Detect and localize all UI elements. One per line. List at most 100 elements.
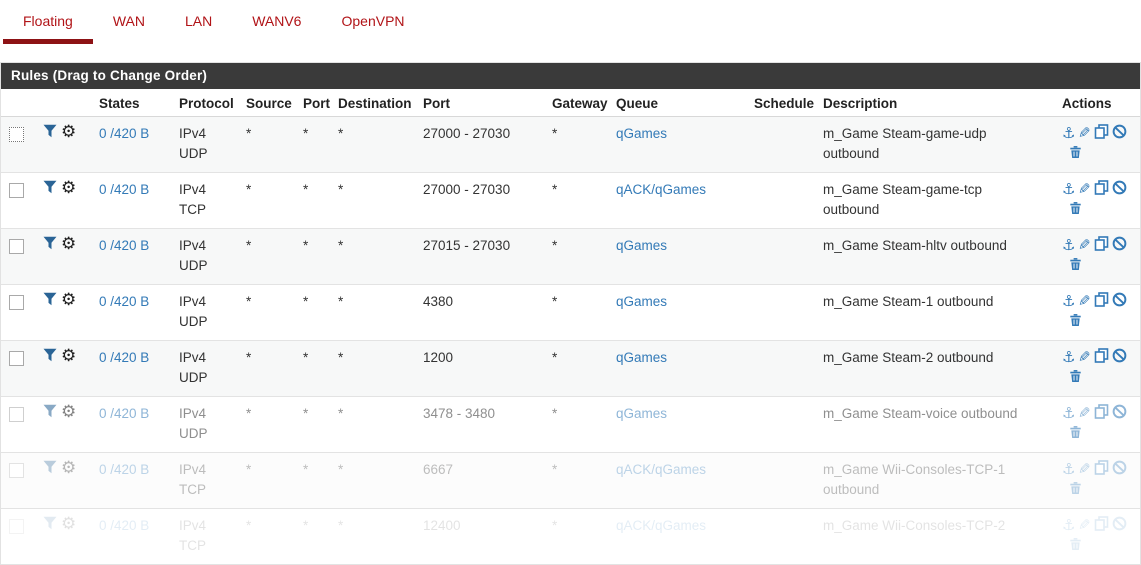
pencil-icon[interactable]: ✎ xyxy=(1078,404,1091,424)
cell-actions: ⚓✎ xyxy=(1054,341,1140,397)
trash-icon[interactable] xyxy=(1069,257,1082,271)
tab-lan[interactable]: LAN xyxy=(165,11,232,39)
anchor-icon[interactable]: ⚓ xyxy=(1062,516,1075,536)
tab-floating[interactable]: Floating xyxy=(3,11,93,44)
queue-link[interactable]: qGames xyxy=(616,406,667,421)
ban-icon[interactable] xyxy=(1112,348,1127,363)
tab-wan[interactable]: WAN xyxy=(93,11,165,39)
ban-icon[interactable] xyxy=(1112,180,1127,195)
states-link[interactable]: 0 /420 B xyxy=(99,518,149,533)
trash-icon[interactable] xyxy=(1069,313,1082,327)
ban-icon[interactable] xyxy=(1112,124,1127,139)
queue-link[interactable]: qACK/qGames xyxy=(616,182,706,197)
filter-icon[interactable] xyxy=(43,180,57,194)
cell-indicators: ⚙ xyxy=(35,509,91,565)
protocol-type: TCP xyxy=(179,482,206,497)
row-checkbox[interactable] xyxy=(9,239,24,254)
copy-icon[interactable] xyxy=(1094,460,1109,475)
cell-dst-port: 27000 - 27030 xyxy=(415,117,544,173)
rule-row[interactable]: ⚙ 0 /420 B IPv4UDP * * * 27000 - 27030 *… xyxy=(1,117,1140,173)
rule-row[interactable]: ⚙ 0 /420 B IPv4UDP * * * 1200 * qGames m… xyxy=(1,341,1140,397)
rule-row[interactable]: ⚙ 0 /420 B IPv4UDP * * * 27015 - 27030 *… xyxy=(1,229,1140,285)
rule-row[interactable]: ⚙ 0 /420 B IPv4TCP * * * 27000 - 27030 *… xyxy=(1,173,1140,229)
pencil-icon[interactable]: ✎ xyxy=(1078,124,1091,144)
rule-row[interactable]: ⚙ 0 /420 B IPv4TCP * * * 12400 * qACK/qG… xyxy=(1,509,1140,565)
cell-src-port: * xyxy=(295,229,330,285)
filter-icon[interactable] xyxy=(43,460,57,474)
copy-icon[interactable] xyxy=(1094,180,1109,195)
cell-destination: * xyxy=(330,229,415,285)
pencil-icon[interactable]: ✎ xyxy=(1078,460,1091,480)
filter-icon[interactable] xyxy=(43,292,57,306)
copy-icon[interactable] xyxy=(1094,348,1109,363)
copy-icon[interactable] xyxy=(1094,404,1109,419)
cell-src-port: * xyxy=(295,453,330,509)
cell-actions: ⚓✎ xyxy=(1054,397,1140,453)
anchor-icon[interactable]: ⚓ xyxy=(1062,460,1075,480)
ban-icon[interactable] xyxy=(1112,404,1127,419)
trash-icon[interactable] xyxy=(1069,201,1082,215)
row-checkbox[interactable] xyxy=(9,127,24,142)
queue-link[interactable]: qGames xyxy=(616,238,667,253)
row-checkbox[interactable] xyxy=(9,407,24,422)
states-link[interactable]: 0 /420 B xyxy=(99,238,149,253)
states-link[interactable]: 0 /420 B xyxy=(99,182,149,197)
trash-icon[interactable] xyxy=(1069,481,1082,495)
pencil-icon[interactable]: ✎ xyxy=(1078,292,1091,312)
queue-link[interactable]: qACK/qGames xyxy=(616,518,706,533)
rule-row[interactable]: ⚙ 0 /420 B IPv4UDP * * * 4380 * qGames m… xyxy=(1,285,1140,341)
states-link[interactable]: 0 /420 B xyxy=(99,126,149,141)
states-link[interactable]: 0 /420 B xyxy=(99,462,149,477)
row-checkbox[interactable] xyxy=(9,463,24,478)
filter-icon[interactable] xyxy=(43,404,57,418)
row-checkbox[interactable] xyxy=(9,295,24,310)
anchor-icon[interactable]: ⚓ xyxy=(1062,404,1075,424)
pencil-icon[interactable]: ✎ xyxy=(1078,348,1091,368)
trash-icon[interactable] xyxy=(1069,145,1082,159)
cell-indicators: ⚙ xyxy=(35,117,91,173)
trash-icon[interactable] xyxy=(1069,537,1082,551)
anchor-icon[interactable]: ⚓ xyxy=(1062,292,1075,312)
rule-row[interactable]: ⚙ 0 /420 B IPv4UDP * * * 3478 - 3480 * q… xyxy=(1,397,1140,453)
anchor-icon[interactable]: ⚓ xyxy=(1062,236,1075,256)
rule-row[interactable]: ⚙ 0 /420 B IPv4TCP * * * 6667 * qACK/qGa… xyxy=(1,453,1140,509)
row-checkbox[interactable] xyxy=(9,519,24,534)
states-link[interactable]: 0 /420 B xyxy=(99,406,149,421)
queue-link[interactable]: qACK/qGames xyxy=(616,462,706,477)
copy-icon[interactable] xyxy=(1094,236,1109,251)
filter-icon[interactable] xyxy=(43,348,57,362)
queue-link[interactable]: qGames xyxy=(616,350,667,365)
queue-link[interactable]: qGames xyxy=(616,126,667,141)
cell-actions: ⚓✎ xyxy=(1054,453,1140,509)
tab-openvpn[interactable]: OpenVPN xyxy=(321,11,424,39)
copy-icon[interactable] xyxy=(1094,124,1109,139)
filter-icon[interactable] xyxy=(43,236,57,250)
cell-source: * xyxy=(238,453,295,509)
trash-icon[interactable] xyxy=(1069,369,1082,383)
anchor-icon[interactable]: ⚓ xyxy=(1062,180,1075,200)
row-checkbox[interactable] xyxy=(9,351,24,366)
tab-wanv6[interactable]: WANV6 xyxy=(232,11,321,39)
cell-protocol: IPv4TCP xyxy=(171,173,238,229)
filter-icon[interactable] xyxy=(43,124,57,138)
filter-icon[interactable] xyxy=(43,516,57,530)
queue-link[interactable]: qGames xyxy=(616,294,667,309)
pencil-icon[interactable]: ✎ xyxy=(1078,180,1091,200)
anchor-icon[interactable]: ⚓ xyxy=(1062,348,1075,368)
pencil-icon[interactable]: ✎ xyxy=(1078,516,1091,536)
ban-icon[interactable] xyxy=(1112,292,1127,307)
anchor-icon[interactable]: ⚓ xyxy=(1062,124,1075,144)
cell-select xyxy=(1,397,35,453)
row-checkbox[interactable] xyxy=(9,183,24,198)
protocol-type: UDP xyxy=(179,314,208,329)
pencil-icon[interactable]: ✎ xyxy=(1078,236,1091,256)
ban-icon[interactable] xyxy=(1112,460,1127,475)
copy-icon[interactable] xyxy=(1094,292,1109,307)
states-link[interactable]: 0 /420 B xyxy=(99,294,149,309)
cell-queue: qACK/qGames xyxy=(608,509,746,565)
cell-states: 0 /420 B xyxy=(91,509,171,565)
cell-destination: * xyxy=(330,341,415,397)
trash-icon[interactable] xyxy=(1069,425,1082,439)
ban-icon[interactable] xyxy=(1112,236,1127,251)
states-link[interactable]: 0 /420 B xyxy=(99,350,149,365)
